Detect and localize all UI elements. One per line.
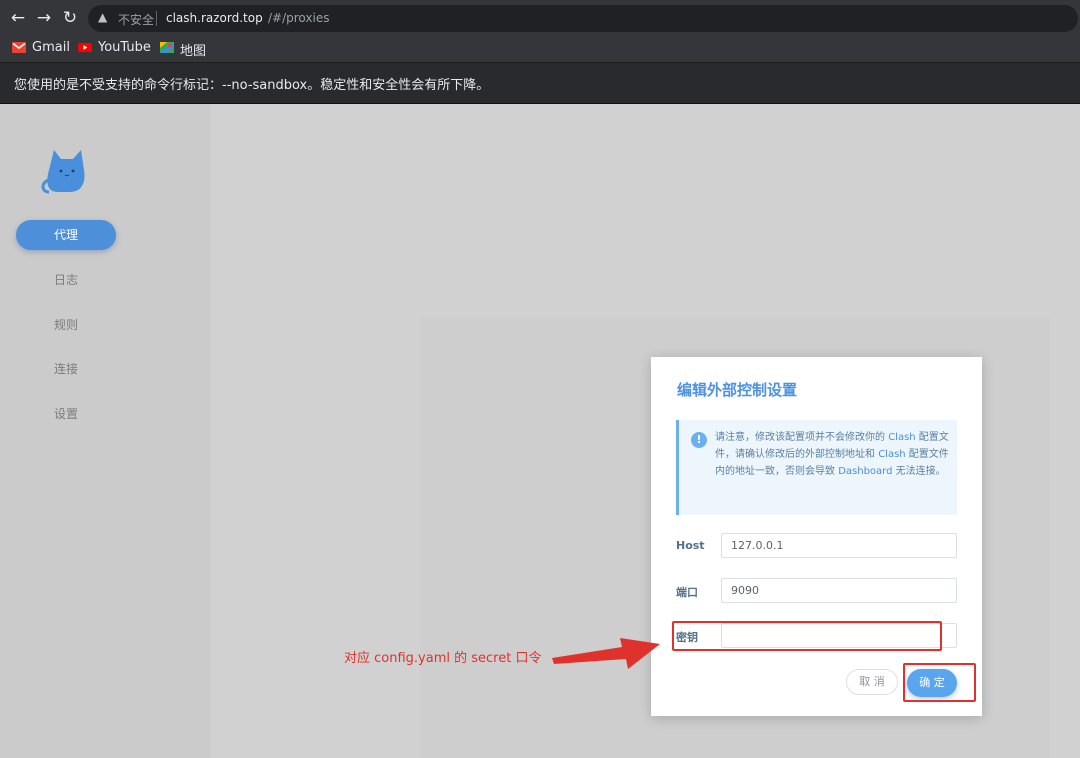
address-bar[interactable]: ▲ 不安全 clash.razord.top /#/proxies — [88, 5, 1078, 32]
bookmark-label: YouTube — [98, 40, 151, 55]
notice-part: 请注意，修改该配置项并不会修改你的 — [715, 432, 889, 443]
external-controller-dialog: 编辑外部控制设置 ! 请注意，修改该配置项并不会修改你的 Clash 配置文件，… — [651, 357, 982, 716]
sidebar-item-logs[interactable]: 日志 — [16, 265, 116, 295]
url-host[interactable]: clash.razord.top — [166, 11, 263, 25]
clash-cat-logo-icon — [41, 150, 85, 194]
notice-part: 无法连接。 — [892, 466, 946, 477]
bookmarks-bar: Gmail YouTube 地图 — [0, 36, 1080, 63]
host-label: Host — [676, 539, 705, 552]
sidebar: 代理 日志 规则 连接 设置 — [0, 104, 210, 758]
dialog-title: 编辑外部控制设置 — [677, 381, 798, 399]
maps-icon — [160, 42, 174, 53]
notice-alert: ! 请注意，修改该配置项并不会修改你的 Clash 配置文件，请确认修改后的外部… — [676, 420, 957, 515]
info-icon: ! — [691, 432, 707, 448]
reload-icon[interactable]: ↻ — [60, 8, 80, 28]
secret-input[interactable] — [721, 623, 957, 648]
annotation-text: 对应 config.yaml 的 secret 口令 — [344, 651, 542, 666]
forward-arrow-icon[interactable]: → — [34, 8, 54, 28]
browser-toolbar: ← → ↻ ▲ 不安全 clash.razord.top /#/proxies — [0, 0, 1080, 36]
notice-highlight: Clash — [878, 449, 906, 460]
confirm-button[interactable]: 确 定 — [907, 669, 957, 697]
address-divider — [156, 11, 157, 26]
sidebar-item-connections[interactable]: 连接 — [16, 354, 116, 384]
secret-label: 密钥 — [676, 631, 698, 644]
host-input[interactable] — [721, 533, 957, 558]
gmail-icon — [12, 42, 26, 53]
bookmark-label: Gmail — [32, 40, 70, 55]
port-input[interactable] — [721, 578, 957, 603]
sidebar-item-proxies[interactable]: 代理 — [16, 220, 116, 250]
unsupported-flag-infobar: 您使用的是不受支持的命令行标记：--no-sandbox。稳定性和安全性会有所下… — [0, 63, 1080, 104]
sidebar-item-rules[interactable]: 规则 — [16, 310, 116, 340]
notice-highlight: Clash — [888, 432, 916, 443]
sidebar-item-settings[interactable]: 设置 — [16, 399, 116, 429]
port-label: 端口 — [676, 586, 698, 599]
notice-text: 请注意，修改该配置项并不会修改你的 Clash 配置文件，请确认修改后的外部控制… — [715, 429, 951, 480]
annotation-arrow-icon — [552, 638, 660, 669]
cancel-button[interactable]: 取 消 — [846, 669, 898, 695]
security-status[interactable]: 不安全 — [118, 11, 154, 28]
url-path[interactable]: /#/proxies — [268, 11, 329, 25]
notice-highlight: Dashboard — [838, 466, 893, 477]
infobar-message: 您使用的是不受支持的命令行标记：--no-sandbox。稳定性和安全性会有所下… — [14, 78, 490, 93]
back-arrow-icon[interactable]: ← — [8, 8, 28, 28]
youtube-icon — [78, 43, 92, 52]
bookmark-label: 地图 — [180, 44, 207, 59]
warning-icon[interactable]: ▲ — [98, 10, 107, 24]
